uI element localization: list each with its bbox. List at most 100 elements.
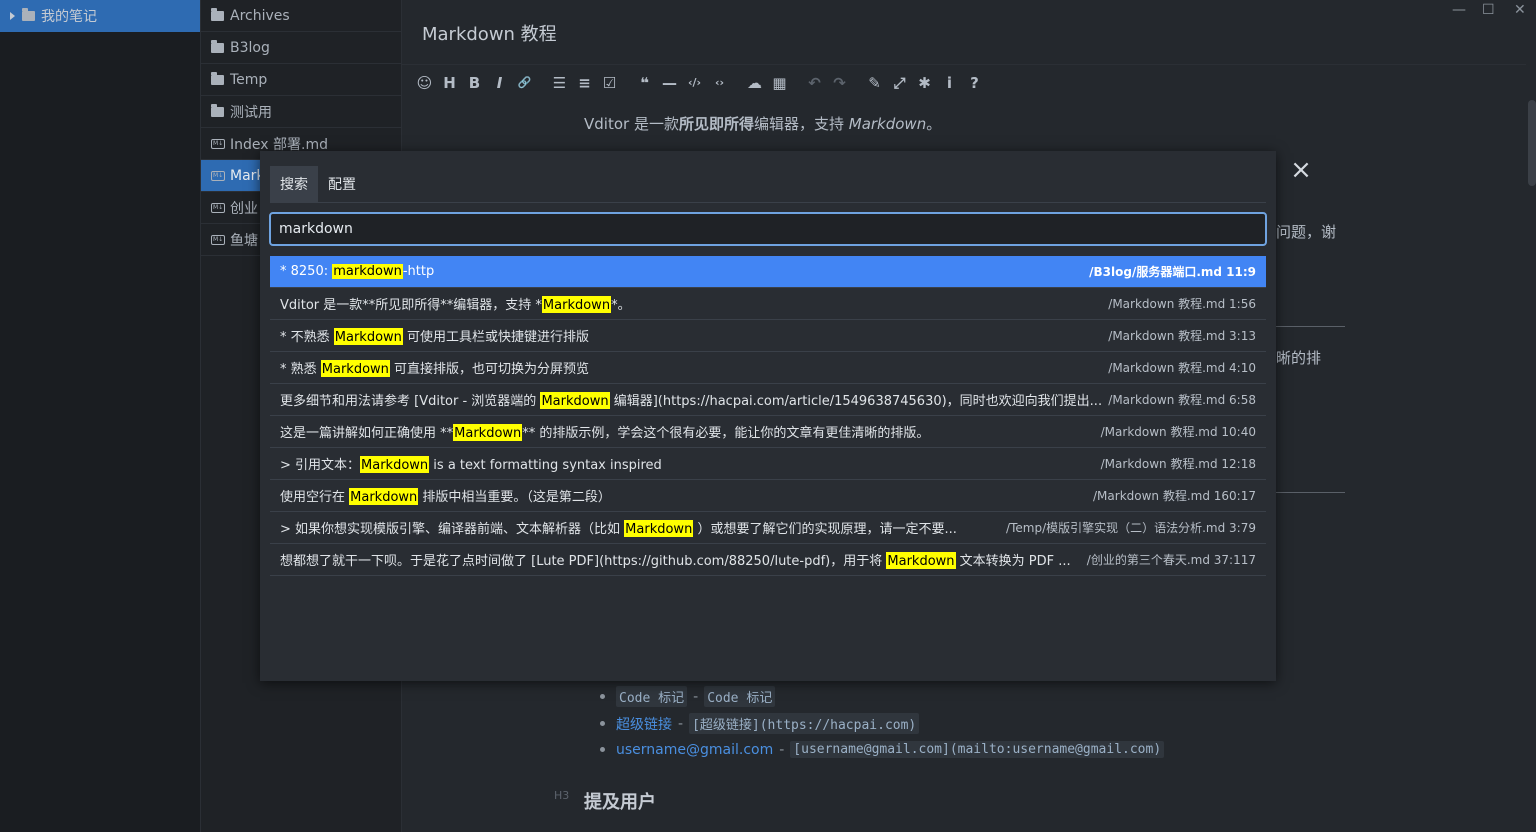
folder-icon — [211, 39, 224, 53]
inline-code-icon[interactable]: ‹/› — [682, 71, 707, 95]
result-text-before: * 8250: — [280, 264, 333, 279]
list-icon[interactable]: ☰ — [547, 71, 572, 95]
minimize-icon[interactable]: — — [1452, 2, 1466, 18]
line-icon[interactable]: — — [657, 71, 682, 95]
result-text-before: 想都想了就干一下呗。于是花了点时间做了 [Lute PDF](https://g… — [280, 554, 887, 569]
result-path: /Markdown 教程.md 160:17 — [1093, 489, 1256, 503]
info-icon[interactable]: i — [937, 71, 962, 95]
upload-icon[interactable]: ☁ — [742, 71, 767, 95]
result-text: * 8250: markdown-http — [280, 264, 1083, 279]
result-path: /B3log/服务器端口.md 11:9 — [1089, 265, 1256, 279]
tree-root-item[interactable]: 我的笔记 — [0, 0, 200, 32]
list-item-code: Code 标记 - Code 标记 — [600, 686, 776, 707]
heading-h3[interactable]: 提及用户 — [584, 788, 656, 814]
result-path: /Markdown 教程.md 3:13 — [1108, 329, 1256, 343]
document-title[interactable]: Markdown 教程 — [422, 20, 557, 46]
search-result-row[interactable]: 更多细节和用法请参考 [Vditor - 浏览器端的 Markdown 编辑器]… — [270, 384, 1266, 416]
search-result-row[interactable]: 这是一篇讲解如何正确使用 **Markdown** 的排版示例，学会这个很有必要… — [270, 416, 1266, 448]
link-icon[interactable]: 🔗 — [512, 71, 537, 95]
italic-icon[interactable]: I — [487, 71, 512, 95]
search-result-row[interactable]: > 如果你想实现模版引擎、编译器前端、文本解析器（比如 Markdown ）或想… — [270, 512, 1266, 544]
ordered-list-icon[interactable]: ≡ — [572, 71, 597, 95]
search-result-row[interactable]: * 不熟悉 Markdown 可使用工具栏或快捷键进行排版/Markdown 教… — [270, 320, 1266, 352]
list-item-mail: username@gmail.com - [username@gmail.com… — [600, 741, 1165, 758]
tree-root-label: 我的笔记 — [41, 9, 97, 25]
file-item[interactable]: B3log — [201, 32, 401, 64]
result-highlight: Markdown — [453, 424, 523, 441]
file-item[interactable]: Temp — [201, 64, 401, 96]
code-icon[interactable]: ‹› — [707, 71, 732, 95]
search-results: * 8250: markdown-http/B3log/服务器端口.md 11:… — [270, 256, 1266, 576]
search-result-row[interactable]: > 引用文本：Markdown is a text formatting syn… — [270, 448, 1266, 480]
dialog-tabs: 搜索 配置 — [270, 166, 366, 202]
result-text: 使用空行在 Markdown 排版中相当重要。（这是第二段） — [280, 486, 1087, 505]
emoji-icon[interactable]: ☺ — [412, 71, 437, 95]
redo-icon[interactable]: ↷ — [827, 71, 852, 95]
file-item[interactable]: 测试用 — [201, 96, 401, 128]
result-text-before: > 如果你想实现模版引擎、编译器前端、文本解析器（比如 — [280, 522, 625, 537]
search-input[interactable] — [269, 212, 1267, 246]
result-text: Vditor 是一款**所见即所得**编辑器，支持 *Markdown*。 — [280, 294, 1102, 313]
search-result-row[interactable]: Vditor 是一款**所见即所得**编辑器，支持 *Markdown*。 /Ma… — [270, 288, 1266, 320]
result-text-after: 可直接排版，也可切换为分屏预览 — [389, 362, 590, 377]
quote-icon[interactable]: ❝ — [632, 71, 657, 95]
search-dialog: 搜索 配置 × * 8250: markdown-http/B3log/服务器端… — [260, 151, 1312, 681]
file-item-label: 测试用 — [230, 104, 272, 121]
bullet-dot — [600, 747, 605, 752]
result-text-before: 更多细节和用法请参考 [Vditor - 浏览器端的 — [280, 394, 541, 409]
heading-level-marker: H3 — [554, 789, 570, 802]
heading-icon[interactable]: H — [437, 71, 462, 95]
intro-text: Vditor 是一款 — [584, 115, 679, 133]
result-text-after: ）或想要了解它们的实现原理，请一定不要... — [693, 522, 957, 537]
file-item-label: B3log — [230, 39, 270, 56]
inline-code: Code 标记 — [616, 686, 688, 707]
tab-search[interactable]: 搜索 — [270, 166, 318, 202]
result-text-before: 这是一篇讲解如何正确使用 ** — [280, 426, 454, 441]
markdown-file-icon — [211, 170, 225, 181]
intro-paragraph[interactable]: Vditor 是一款所见即所得编辑器，支持 Markdown。 — [584, 113, 941, 134]
folder-icon — [211, 71, 224, 85]
expand-arrow-icon[interactable] — [10, 12, 15, 20]
hyperlink[interactable]: 超级链接 — [616, 714, 672, 734]
table-icon[interactable]: ▦ — [767, 71, 792, 95]
file-item-label: 创业 — [230, 200, 258, 217]
result-highlight: markdown — [332, 264, 403, 279]
result-path: /Markdown 教程.md 6:58 — [1108, 393, 1256, 407]
scrollbar-thumb[interactable] — [1528, 100, 1536, 186]
search-result-row[interactable]: * 8250: markdown-http/B3log/服务器端口.md 11:… — [270, 256, 1266, 288]
mail-link[interactable]: username@gmail.com — [616, 742, 773, 758]
result-highlight: Markdown — [320, 360, 390, 377]
close-window-icon[interactable]: ✕ — [1514, 2, 1526, 18]
bold-icon[interactable]: B — [462, 71, 487, 95]
result-text-before: 使用空行在 — [280, 490, 350, 505]
result-highlight: Markdown — [333, 328, 403, 345]
search-result-row[interactable]: * 熟悉 Markdown 可直接排版，也可切换为分屏预览/Markdown 教… — [270, 352, 1266, 384]
markdown-file-icon — [211, 138, 225, 149]
result-text: 更多细节和用法请参考 [Vditor - 浏览器端的 Markdown 编辑器]… — [280, 390, 1102, 409]
result-highlight: Markdown — [360, 456, 430, 473]
check-icon[interactable]: ☑ — [597, 71, 622, 95]
fullscreen-icon[interactable]: ⤢ — [887, 71, 912, 95]
search-result-row[interactable]: 想都想了就干一下呗。于是花了点时间做了 [Lute PDF](https://g… — [270, 544, 1266, 576]
result-text: > 引用文本：Markdown is a text formatting syn… — [280, 454, 1095, 473]
folder-icon — [22, 8, 35, 21]
separator: - — [678, 715, 684, 732]
result-path: /Markdown 教程.md 1:56 — [1108, 297, 1256, 311]
tab-config[interactable]: 配置 — [318, 166, 366, 202]
divider-1 — [1276, 326, 1345, 327]
result-text-before: * 不熟悉 — [280, 330, 334, 345]
result-path: /Markdown 教程.md 4:10 — [1108, 361, 1256, 375]
result-text-before: > 引用文本： — [280, 458, 361, 473]
debug-icon[interactable]: ✱ — [912, 71, 937, 95]
search-result-row[interactable]: 使用空行在 Markdown 排版中相当重要。（这是第二段） /Markdown … — [270, 480, 1266, 512]
undo-icon[interactable]: ↶ — [802, 71, 827, 95]
file-item[interactable]: Archives — [201, 0, 401, 32]
maximize-icon[interactable]: ☐ — [1482, 2, 1495, 18]
intro-text-end: 。 — [926, 115, 942, 133]
close-dialog-icon[interactable]: × — [1290, 157, 1312, 183]
edit-mode-icon[interactable]: ✎ — [862, 71, 887, 95]
result-highlight: Markdown — [349, 488, 419, 505]
result-text-after: 可使用工具栏或快捷键进行排版 — [402, 330, 590, 345]
result-text-after: -http — [402, 264, 435, 279]
help-icon[interactable]: ? — [962, 71, 987, 95]
